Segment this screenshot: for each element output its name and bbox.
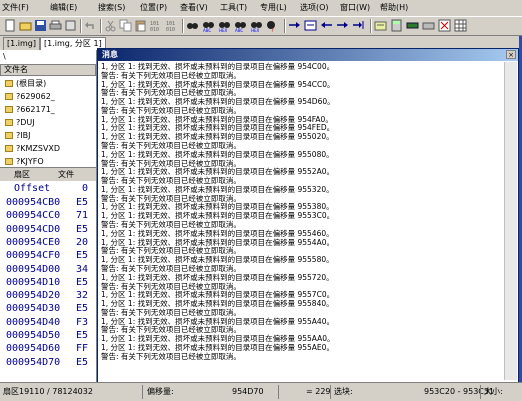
offset-label: Offset [14,183,51,194]
hex-row[interactable]: 000954D10 E5 [0,276,96,289]
folder-icon [5,132,13,139]
folder-icon [5,158,13,165]
cut-icon[interactable] [104,19,117,32]
message-line: 警告: 有关下列无效项目已经被立即取消。 [101,351,241,361]
vertical-scrollbar[interactable] [504,62,517,380]
find-hex-icon[interactable]: HEX [218,19,231,32]
goto-icon[interactable] [288,19,301,32]
hex-row[interactable]: 000954D20 32 [0,289,96,302]
hex-row[interactable]: 000954D00 34 [0,263,96,276]
tree-item[interactable]: ?IBJ [0,129,96,142]
hex-row[interactable]: 000954D50 E5 [0,329,96,342]
toolbar: 101 010 101 010 ABC HEX ABC HEX ? [0,16,522,36]
hex-row[interactable]: 000954CD0 E5 [0,223,96,236]
hex-row[interactable]: 000954CE0 20 [0,236,96,249]
tree-item[interactable]: ?629062_ [0,90,96,103]
hex-row[interactable]: 000954D30 E5 [0,302,96,315]
binary2-icon[interactable]: 101010 [166,19,179,32]
status-offset-value: 954D70 [232,387,264,396]
goto-end-icon[interactable] [352,19,365,32]
menu-position[interactable]: 位置(P) [140,2,167,14]
folder-icon [5,93,13,100]
grid-icon[interactable] [454,19,467,32]
menu-help[interactable]: 帮助(H) [380,2,408,14]
hex-row[interactable]: 000954D40 F3 [0,316,96,329]
status-sector: 扇区19110 / 78124032 [3,387,93,396]
print-icon[interactable] [49,19,62,32]
menu-tools[interactable]: 工具(T) [220,2,247,14]
find-next-icon[interactable]: HEX [250,19,263,32]
folder-icon [5,145,13,152]
status-selection-label: 选块: [334,387,353,396]
menu-special[interactable]: 专用(L) [260,2,287,14]
hex-row[interactable]: 000954CB0 E5 [0,196,96,209]
directory-path: \ [0,50,96,63]
replace-icon[interactable]: ABC [234,19,247,32]
goto-sector-icon[interactable] [304,19,317,32]
hex-pane-header: 扇区 文件 [0,167,96,181]
filename-column-header[interactable]: 文件名 [4,65,28,75]
close-icon[interactable]: × [506,50,516,59]
message-list[interactable]: 1, 分区 1: 找到无效、损坏或未预料到的目录项目在偏移量 954C00。 警告… [99,62,503,380]
ram-icon[interactable] [406,19,419,32]
status-offset-label: 偏移量: [147,387,174,396]
folder-icon [5,80,13,87]
dialog-titlebar[interactable]: 消息 × [98,49,518,61]
forward-icon[interactable] [336,19,349,32]
status-value: = 229 [306,387,331,396]
binary-icon[interactable]: 101010 [150,19,163,32]
hex-row[interactable]: 000954D60 FF [0,342,96,355]
svg-text:?: ? [271,28,274,32]
menu-search[interactable]: 搜索(S) [98,2,125,14]
new-file-icon[interactable] [4,19,17,32]
menu-bar: 文件(F) 编辑(E) 搜索(S) 位置(P) 查看(V) 工具(T) 专用(L… [0,0,522,16]
menu-file[interactable]: 文件(F) [2,2,29,14]
tree-item[interactable]: ?KMZSVXD [0,142,96,155]
copy-icon[interactable] [119,19,132,32]
hash-icon[interactable] [438,19,451,32]
svg-text:ABC: ABC [203,28,211,32]
folder-icon [5,119,13,126]
status-bar: 扇区19110 / 78124032 偏移量: 954D70 = 229 选块:… [0,382,522,401]
menu-options[interactable]: 选项(O) [300,2,329,14]
file-list-header: 文件名 [0,64,96,76]
tab-partition[interactable]: [1.img, 分区 1] [40,37,106,50]
find-again-icon[interactable]: ? [266,19,279,32]
undo-icon[interactable] [84,19,97,32]
hex-row[interactable]: 000954D70 E5 [0,356,96,369]
menu-view[interactable]: 查看(V) [180,2,208,14]
svg-text:HEX: HEX [251,28,260,32]
hex-row[interactable]: 000954CC0 71 [0,209,96,222]
tab-file[interactable]: 文件 [58,168,74,181]
tab-sector[interactable]: 扇区 [14,168,30,181]
calc-icon[interactable] [390,19,403,32]
disk-icon[interactable] [422,19,435,32]
offset-byte-label: 0 [82,183,89,194]
menu-window[interactable]: 窗口(W) [340,2,370,14]
svg-text:010: 010 [150,27,159,32]
svg-text:ABC: ABC [235,28,243,32]
svg-text:HEX: HEX [219,28,228,32]
offset-header-row: Offset 0 [0,182,96,195]
save-icon[interactable] [34,19,47,32]
find-icon[interactable] [186,19,199,32]
paste-icon[interactable] [134,19,147,32]
find-text-icon[interactable]: ABC [202,19,215,32]
dialog-title: 消息 [102,50,118,59]
tree-item[interactable]: ?DUJ [0,116,96,129]
properties-icon[interactable] [64,19,77,32]
open-icon[interactable] [19,19,32,32]
svg-text:010: 010 [166,27,175,32]
bookmark-icon[interactable] [374,19,387,32]
tree-item-root[interactable]: (根目录) [0,77,96,90]
tab-image[interactable]: [1.img] [3,37,40,50]
menu-edit[interactable]: 编辑(E) [50,2,77,14]
tree-item[interactable]: ?662171_ [0,103,96,116]
hex-row[interactable]: 000954CF0 E5 [0,249,96,262]
folder-icon [5,106,13,113]
back-icon[interactable] [320,19,333,32]
status-size-label: 大小: [484,387,503,396]
